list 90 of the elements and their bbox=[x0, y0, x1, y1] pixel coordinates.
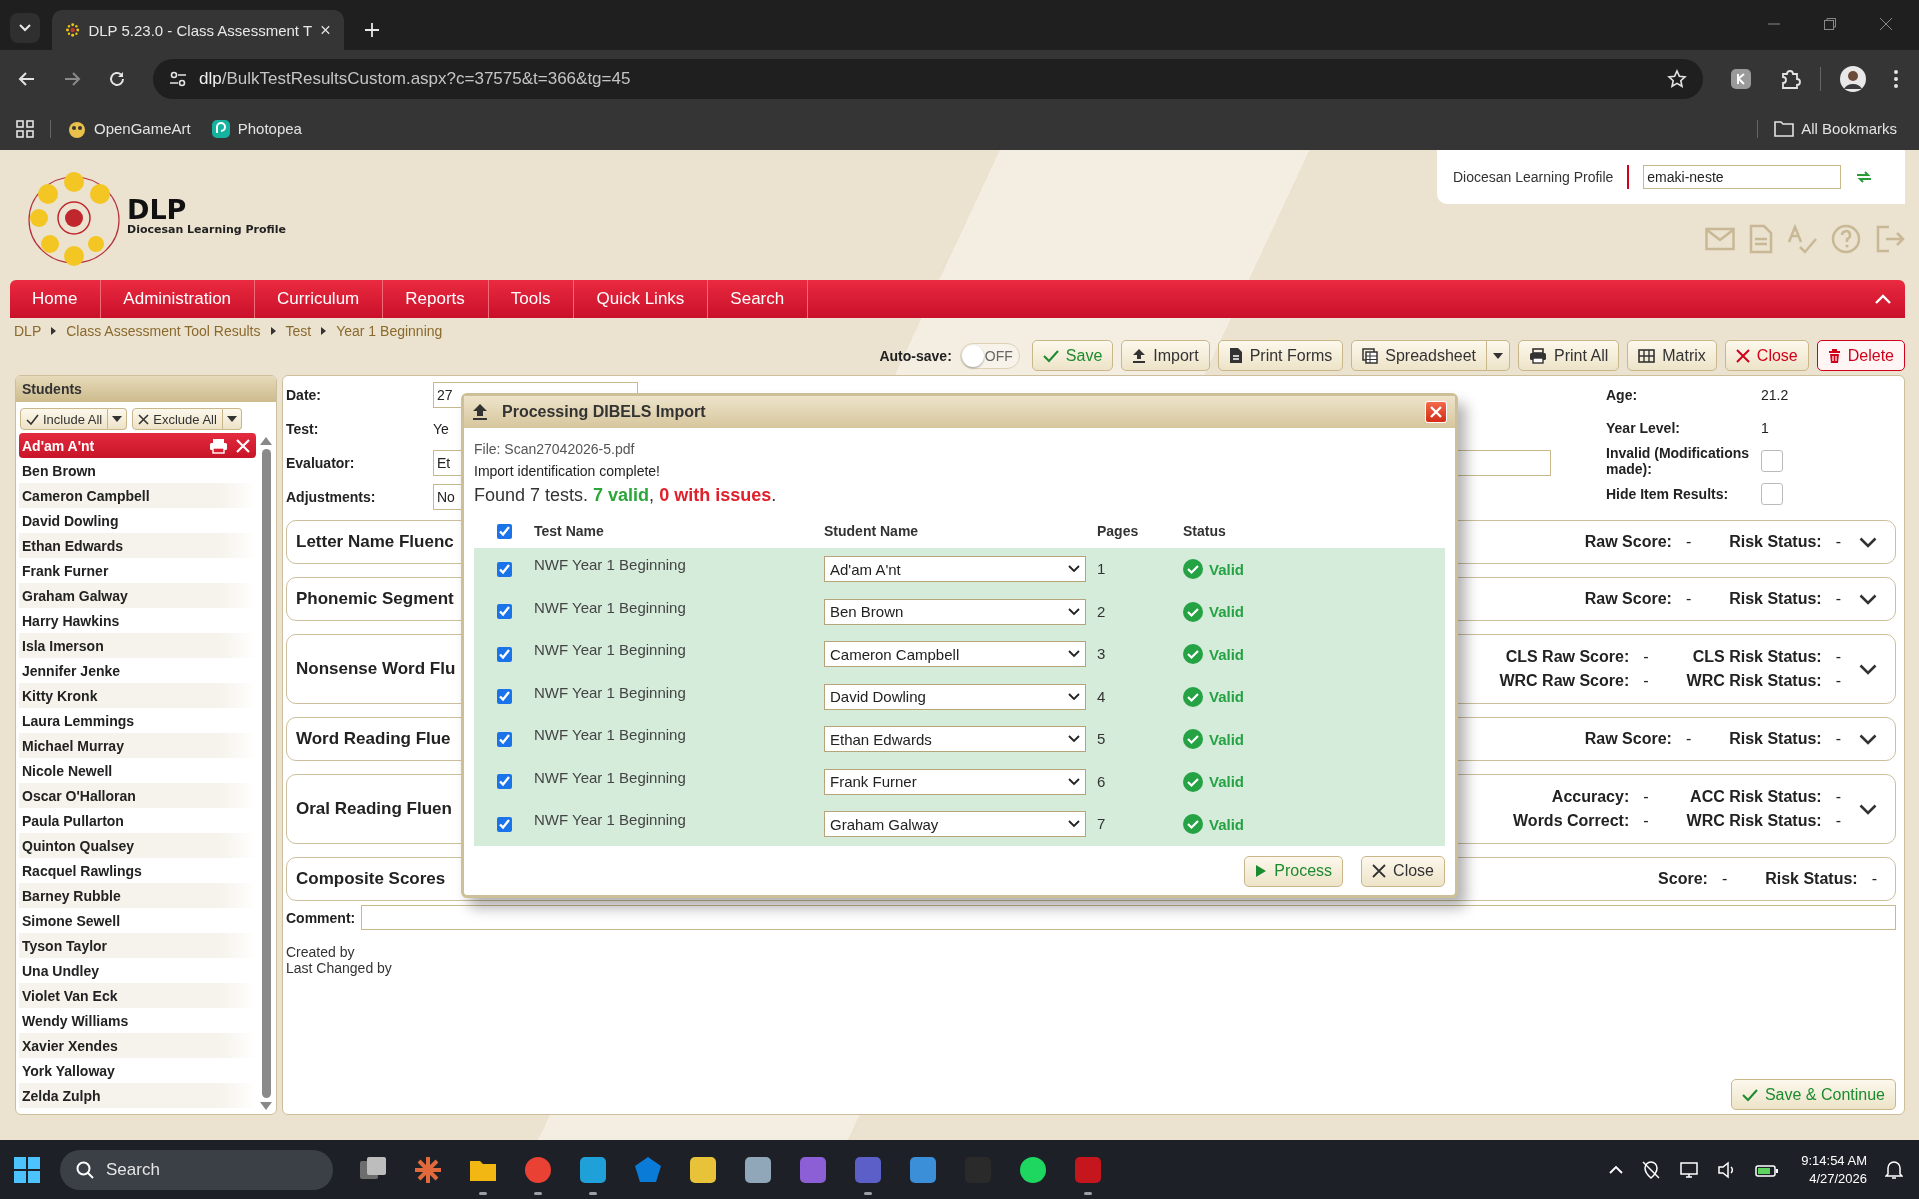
section-title: Letter Name Fluenc bbox=[296, 532, 454, 552]
score-value: - bbox=[1871, 870, 1877, 888]
section-title: Oral Reading Fluen bbox=[296, 799, 452, 819]
score-label: Words Correct: bbox=[1513, 812, 1630, 830]
test-name-cell: NWF Year 1 Beginning bbox=[534, 598, 686, 616]
pages-cell: 4 bbox=[1097, 687, 1106, 705]
score-label: Risk Status: bbox=[1765, 870, 1858, 888]
field-value: Ye bbox=[433, 421, 449, 437]
test-name-cell: NWF Year 1 Beginning bbox=[534, 683, 686, 701]
autosave-label: Auto-save: bbox=[879, 347, 952, 364]
status-text: Valid bbox=[1209, 603, 1245, 621]
score-value: - bbox=[1643, 788, 1649, 806]
score-value: - bbox=[1643, 812, 1649, 830]
field-label: Invalid (Modifications made): bbox=[1606, 444, 1751, 477]
test-name-cell: NWF Year 1 Beginning bbox=[534, 811, 686, 829]
site-name: Diocesan Learning Profile bbox=[1453, 169, 1614, 185]
url-text: dlp/BulkTestResultsCustom.aspx?c=37575&t=366&tg=45 bbox=[199, 68, 631, 89]
status-text: Valid bbox=[1209, 688, 1245, 706]
dialog-title: Processing DIBELS Import bbox=[502, 403, 706, 421]
score-label: Raw Score: bbox=[1584, 590, 1672, 608]
field-label: Age: bbox=[1606, 386, 1639, 403]
field-value: 1 bbox=[1761, 419, 1769, 436]
score-value: - bbox=[1685, 533, 1692, 551]
status-message: Import identification complete! bbox=[474, 462, 661, 481]
score-label: Raw Score: bbox=[1584, 730, 1672, 748]
score-label: Accuracy: bbox=[1551, 788, 1630, 806]
section-title: Composite Scores bbox=[296, 869, 446, 889]
section-title: Nonsense Word Flu bbox=[296, 659, 456, 679]
column-header: Test Name bbox=[534, 523, 604, 539]
test-name-cell: NWF Year 1 Beginning bbox=[534, 726, 686, 744]
column-header: Student Name bbox=[824, 523, 919, 539]
score-label: WRC Raw Score: bbox=[1499, 672, 1630, 690]
score-label: ACC Risk Status: bbox=[1690, 788, 1822, 806]
file-name-text: File: Scan27042026-5.pdf bbox=[474, 440, 636, 459]
score-value: - bbox=[1685, 730, 1692, 748]
logo-title: DLP bbox=[127, 196, 188, 223]
pages-cell: 1 bbox=[1097, 560, 1106, 578]
created-by-text: Created by bbox=[286, 944, 355, 960]
status-text: Valid bbox=[1209, 645, 1245, 663]
pages-cell: 5 bbox=[1097, 730, 1106, 748]
column-header: Pages bbox=[1097, 523, 1139, 539]
time-text: 9:14:54 AM bbox=[1801, 1151, 1867, 1170]
pages-cell: 6 bbox=[1097, 772, 1106, 790]
field-label: Adjustments: bbox=[286, 489, 377, 505]
field-label: Hide Item Results: bbox=[1606, 485, 1730, 502]
score-label: Risk Status: bbox=[1729, 533, 1822, 551]
test-name-cell: NWF Year 1 Beginning bbox=[534, 556, 686, 574]
status-text: Valid bbox=[1209, 560, 1245, 578]
field-label: Test: bbox=[286, 421, 320, 437]
score-label: CLS Raw Score: bbox=[1505, 648, 1630, 666]
score-value: - bbox=[1835, 590, 1841, 608]
score-value: - bbox=[1643, 672, 1649, 690]
section-title: Phonemic Segment bbox=[296, 589, 454, 609]
score-label: Raw Score: bbox=[1584, 533, 1672, 551]
summary-text: Found 7 tests. 7 valid, 0 with issues. bbox=[474, 484, 778, 507]
pages-cell: 3 bbox=[1097, 645, 1106, 663]
panel-header: Students bbox=[16, 376, 276, 402]
pages-cell: 2 bbox=[1097, 602, 1106, 620]
score-value: - bbox=[1835, 648, 1841, 666]
last-changed-text: Last Changed by bbox=[286, 960, 392, 976]
score-value: - bbox=[1835, 812, 1841, 830]
score-value: - bbox=[1721, 870, 1728, 888]
field-label: Comment: bbox=[286, 909, 356, 926]
tab-title: DLP 5.23.0 - Class Assessment T bbox=[88, 21, 313, 39]
score-label: Score: bbox=[1658, 870, 1708, 888]
field-label: Evaluator: bbox=[286, 455, 356, 471]
score-value: - bbox=[1835, 672, 1841, 690]
score-label: Risk Status: bbox=[1729, 730, 1822, 748]
score-label: WRC Risk Status: bbox=[1686, 812, 1822, 830]
status-text: Valid bbox=[1209, 773, 1245, 791]
date-text: 4/27/2026 bbox=[1809, 1169, 1867, 1188]
logo-subtitle: Diocesan Learning Profile bbox=[127, 223, 286, 236]
column-header: Status bbox=[1183, 523, 1226, 539]
score-value: - bbox=[1685, 590, 1692, 608]
section-title: Word Reading Flue bbox=[296, 729, 451, 749]
pages-cell: 7 bbox=[1097, 815, 1106, 833]
field-value: 21.2 bbox=[1761, 386, 1789, 403]
score-label: Risk Status: bbox=[1729, 590, 1822, 608]
field-label: Date: bbox=[286, 387, 322, 403]
score-value: - bbox=[1835, 533, 1841, 551]
score-label: CLS Risk Status: bbox=[1692, 648, 1822, 666]
status-text: Valid bbox=[1209, 815, 1245, 833]
score-value: - bbox=[1835, 730, 1841, 748]
field-label: Year Level: bbox=[1606, 419, 1681, 436]
test-name-cell: NWF Year 1 Beginning bbox=[534, 641, 686, 659]
score-label: WRC Risk Status: bbox=[1686, 672, 1822, 690]
test-name-cell: NWF Year 1 Beginning bbox=[534, 768, 686, 786]
score-value: - bbox=[1643, 648, 1649, 666]
status-text: Valid bbox=[1209, 730, 1245, 748]
score-value: - bbox=[1835, 788, 1841, 806]
